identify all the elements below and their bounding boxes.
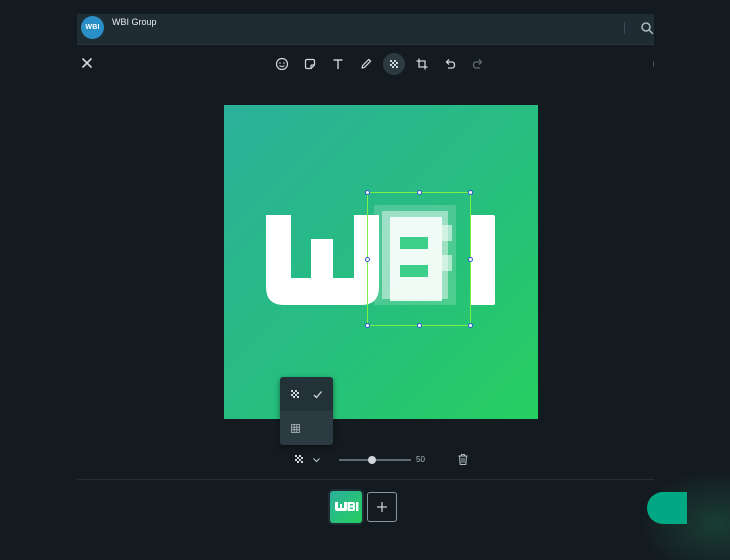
blur-type-blur-option[interactable] — [280, 377, 333, 411]
resize-handle-bottom-left[interactable] — [365, 323, 370, 328]
text-icon — [333, 59, 343, 69]
crop-icon — [416, 58, 428, 70]
blur-icon — [390, 60, 398, 68]
search-icon[interactable] — [639, 20, 655, 36]
blur-type-pixelate-option[interactable] — [280, 411, 333, 445]
trash-icon[interactable] — [457, 453, 469, 466]
group-avatar[interactable]: WBI — [81, 16, 104, 39]
sticker-button[interactable] — [299, 53, 321, 75]
image-thumbnail[interactable] — [330, 491, 362, 523]
resize-handle-right[interactable] — [468, 257, 473, 262]
blur-type-menu — [280, 377, 333, 445]
resize-handle-bottom[interactable] — [417, 323, 422, 328]
text-button[interactable] — [327, 53, 349, 75]
header-divider — [624, 22, 625, 34]
resize-handle-bottom-right[interactable] — [468, 323, 473, 328]
blur-strength-value: 50 — [416, 455, 425, 464]
emoji-icon — [275, 57, 289, 71]
resize-handle-top-left[interactable] — [365, 190, 370, 195]
blur-selection-box[interactable] — [365, 190, 473, 328]
undo-icon — [445, 59, 456, 69]
blur-button[interactable] — [383, 53, 405, 75]
resize-handle-top-right[interactable] — [468, 190, 473, 195]
add-media-button[interactable] — [367, 492, 397, 522]
editor-toolbar — [271, 51, 489, 77]
sticker-icon — [304, 58, 316, 70]
chat-header: WBI WBI Group — [77, 14, 654, 45]
thumbnail-logo — [335, 502, 359, 511]
plus-icon — [377, 502, 387, 512]
close-icon[interactable] — [80, 56, 94, 70]
blur-controls: 50 — [292, 451, 482, 469]
resize-handle-left[interactable] — [365, 257, 370, 262]
emoji-button[interactable] — [271, 53, 293, 75]
toolbar-edge-marker — [653, 61, 654, 67]
crop-button[interactable] — [411, 53, 433, 75]
send-button[interactable] — [647, 492, 687, 524]
resize-handle-top[interactable] — [417, 190, 422, 195]
redo-icon — [472, 59, 483, 69]
check-icon — [313, 391, 322, 399]
image-canvas[interactable] — [224, 105, 538, 419]
blur-pattern-icon — [291, 390, 299, 398]
pixelate-grid-icon — [291, 424, 300, 433]
redo-button[interactable] — [467, 53, 489, 75]
pencil-icon — [361, 58, 372, 69]
footer-divider — [77, 479, 654, 480]
chevron-down-icon[interactable] — [312, 456, 321, 464]
blur-type-dropdown-icon[interactable] — [294, 454, 305, 465]
group-name[interactable]: WBI Group — [112, 17, 157, 27]
draw-button[interactable] — [355, 53, 377, 75]
undo-button[interactable] — [439, 53, 461, 75]
blur-strength-slider-thumb[interactable] — [368, 456, 376, 464]
